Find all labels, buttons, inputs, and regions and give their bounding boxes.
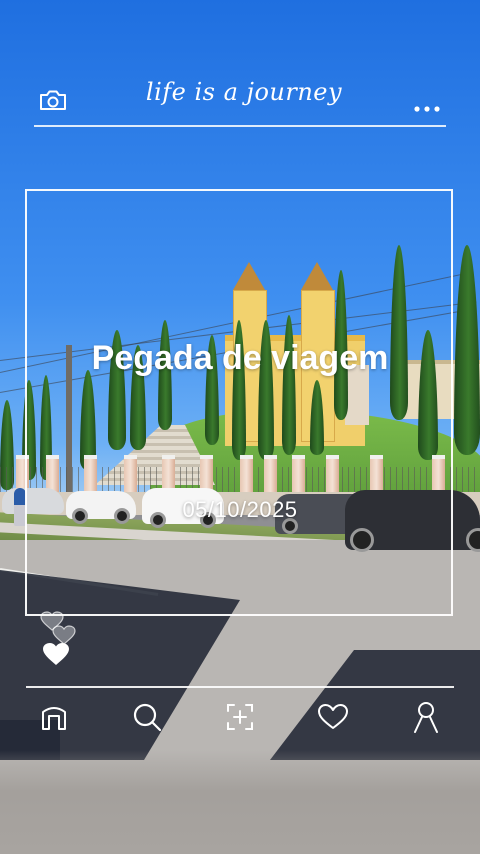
heart-icon[interactable] bbox=[311, 697, 355, 737]
heart-filled-icon[interactable] bbox=[43, 643, 69, 665]
nav-divider bbox=[26, 686, 454, 688]
more-dots-icon[interactable] bbox=[414, 97, 440, 112]
heart-outline-icon bbox=[52, 625, 76, 645]
post-date: 05/10/2025 bbox=[182, 497, 298, 522]
profile-icon[interactable] bbox=[404, 697, 448, 737]
brand-title: life is a journey bbox=[145, 78, 343, 106]
header-divider bbox=[34, 125, 446, 127]
top-bar: life is a journey bbox=[34, 70, 446, 126]
home-icon[interactable] bbox=[32, 697, 76, 737]
add-frame-icon[interactable] bbox=[218, 697, 262, 737]
post-title: Pegada de viagem bbox=[91, 339, 389, 377]
photo-frame bbox=[25, 189, 453, 616]
search-icon[interactable] bbox=[125, 697, 169, 737]
reactions bbox=[38, 610, 82, 670]
bottom-nav bbox=[26, 694, 454, 740]
camera-icon[interactable] bbox=[38, 88, 68, 112]
